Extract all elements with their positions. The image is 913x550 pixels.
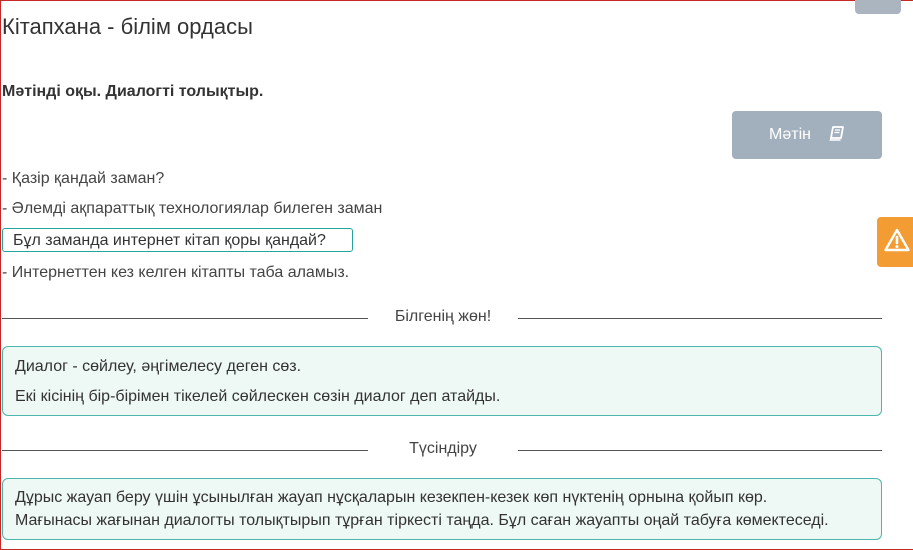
report-problem-button[interactable]	[877, 217, 913, 267]
explain-divider: Түсіндіру	[2, 440, 882, 457]
dialogue-line: - Интернеттен кез келген кітапты таба ал…	[2, 264, 350, 281]
know-line: Екі кісінің бір-бірімен тікелей сөйлеске…	[15, 388, 501, 405]
dialogue-line: - Қазір қандай заман?	[2, 170, 165, 187]
task-instruction: Мәтінді оқы. Диалогті толықтыр.	[2, 83, 264, 100]
know-divider: Білгенің жөн!	[2, 308, 882, 325]
explain-line: Дұрыс жауап беру үшін ұсынылған жауап нұ…	[15, 489, 768, 506]
know-heading: Білгенің жөн!	[394, 308, 492, 325]
text-button-label: Мәтін	[769, 126, 811, 143]
text-button[interactable]: Мәтін	[732, 111, 882, 159]
explain-box: Дұрыс жауап беру үшін ұсынылған жауап нұ…	[2, 478, 882, 540]
dialogue-line: - Әлемді ақпараттық технологиялар билеге…	[2, 200, 383, 217]
know-line: Диалог - сөйлеу, әңгімелесу деген сөз.	[15, 358, 302, 375]
explain-heading: Түсіндіру	[409, 440, 477, 457]
explain-line: Мағынасы жағынан диалогты толықтырып тұр…	[15, 512, 829, 529]
answer-drop-field[interactable]: Бұл заманда интернет кітап қоры қандай?	[2, 228, 353, 252]
warning-icon	[884, 228, 910, 257]
know-box: Диалог - сөйлеу, әңгімелесу деген сөз. Е…	[2, 346, 882, 416]
page-title: Кітапхана - білім ордасы	[2, 14, 253, 39]
book-icon	[829, 125, 845, 146]
top-toggle-tab[interactable]	[855, 0, 901, 14]
